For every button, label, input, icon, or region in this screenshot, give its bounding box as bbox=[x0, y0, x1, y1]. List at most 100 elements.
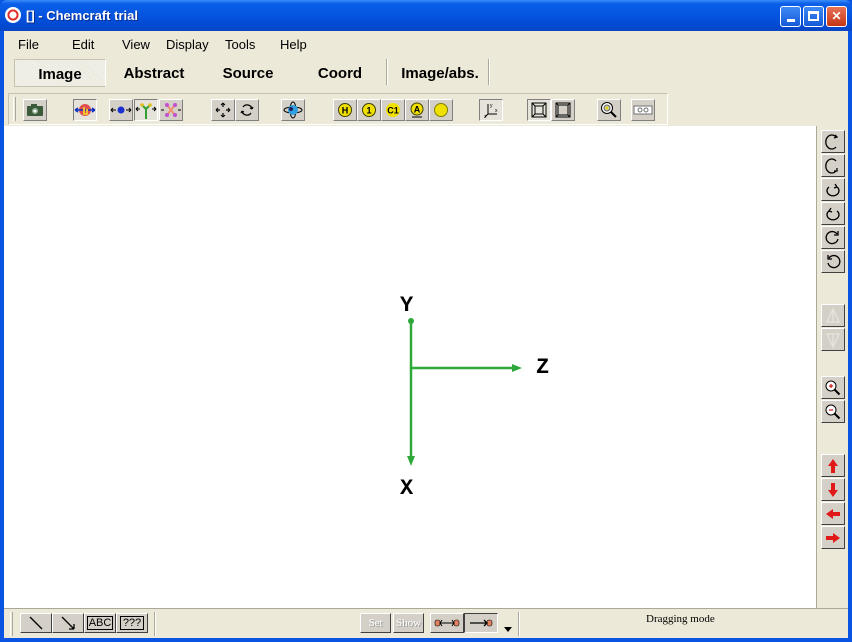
rotate-z-cw-button[interactable] bbox=[821, 226, 845, 249]
text-abc-button[interactable]: ABC bbox=[84, 613, 116, 633]
abc-text-icon: ABC bbox=[86, 616, 114, 630]
minimize-icon bbox=[786, 19, 795, 22]
maximize-button[interactable] bbox=[803, 6, 824, 27]
y-axis-label: Y bbox=[400, 293, 414, 318]
tab-image[interactable]: Image bbox=[14, 59, 106, 87]
move-down-button[interactable] bbox=[821, 478, 845, 501]
menu-display[interactable]: Display bbox=[166, 37, 209, 52]
move-down-icon bbox=[828, 482, 838, 497]
show-button[interactable]: Show bbox=[393, 613, 424, 633]
drag-rotate-button[interactable] bbox=[73, 99, 97, 121]
toolbar-grip[interactable] bbox=[10, 612, 13, 636]
menu-file[interactable]: File bbox=[18, 37, 39, 52]
tab-image-abs[interactable]: Image/abs. bbox=[392, 59, 488, 87]
svg-text:1: 1 bbox=[366, 106, 371, 116]
rotate-x-cw-button[interactable] bbox=[821, 130, 845, 153]
bidirectional-bond-button[interactable] bbox=[430, 613, 464, 633]
molecule-canvas[interactable]: Y Z X bbox=[4, 126, 816, 608]
rotate-z-ccw-button[interactable] bbox=[821, 250, 845, 273]
zoom-out-button[interactable] bbox=[821, 400, 845, 423]
move-group-button[interactable] bbox=[159, 99, 183, 121]
move-right-icon bbox=[826, 532, 840, 543]
zoom-in-button[interactable] bbox=[821, 376, 845, 399]
label-symbol-button[interactable]: A bbox=[405, 99, 429, 121]
svg-text:y: y bbox=[490, 103, 493, 109]
move-up-icon bbox=[828, 458, 838, 473]
menu-edit[interactable]: Edit bbox=[72, 37, 94, 52]
orthogonal-box-button[interactable] bbox=[551, 99, 575, 121]
camera-icon bbox=[27, 104, 43, 116]
directional-bond-button[interactable] bbox=[464, 613, 498, 633]
perspective-down-button[interactable] bbox=[821, 328, 845, 351]
y-axis-tip bbox=[408, 318, 414, 324]
move-up-button[interactable] bbox=[821, 454, 845, 477]
show-axes-button[interactable]: yxz bbox=[479, 99, 503, 121]
perspective-up-icon bbox=[826, 307, 840, 323]
rotate-z-cw-icon bbox=[825, 230, 839, 244]
svg-text:C1: C1 bbox=[387, 106, 399, 116]
arrow-icon bbox=[61, 616, 75, 630]
stereo-view-button[interactable] bbox=[631, 99, 655, 121]
menu-tools[interactable]: Tools bbox=[225, 37, 255, 52]
rotate-x-cw-icon bbox=[825, 133, 839, 150]
status-text: Dragging mode bbox=[646, 613, 715, 625]
label-none-icon bbox=[434, 103, 448, 117]
close-button[interactable]: ✕ bbox=[826, 6, 847, 27]
menu-help[interactable]: Help bbox=[280, 37, 307, 52]
x-axis-arrowhead bbox=[407, 456, 415, 466]
rotation-toolbar bbox=[816, 126, 848, 608]
fit-screen-button[interactable] bbox=[211, 99, 235, 121]
tab-source[interactable]: Source bbox=[202, 59, 294, 87]
minimize-button[interactable] bbox=[780, 6, 801, 27]
close-icon: ✕ bbox=[831, 9, 842, 23]
move-fragment-button[interactable] bbox=[134, 99, 158, 121]
move-left-icon bbox=[826, 508, 840, 519]
stereo-view-icon bbox=[633, 105, 653, 115]
snapshot-button[interactable] bbox=[23, 99, 47, 121]
label-none-button[interactable] bbox=[429, 99, 453, 121]
move-atom-button[interactable] bbox=[109, 99, 133, 121]
rotate-y-ccw-button[interactable] bbox=[821, 202, 845, 225]
line-icon bbox=[29, 616, 43, 630]
perspective-up-button[interactable] bbox=[821, 304, 845, 327]
perspective-box-icon bbox=[531, 102, 547, 118]
rotate-z-ccw-icon bbox=[827, 254, 841, 268]
reset-rotation-button[interactable] bbox=[235, 99, 259, 121]
move-left-button[interactable] bbox=[821, 502, 845, 525]
perspective-box-button[interactable] bbox=[527, 99, 551, 121]
label-number-button[interactable]: 1 bbox=[357, 99, 381, 121]
toolbar-grip[interactable] bbox=[13, 97, 16, 121]
orbital-view-button[interactable] bbox=[281, 99, 305, 121]
title-bar[interactable]: [] - Chemcraft trial ✕ bbox=[0, 0, 852, 31]
menu-view[interactable]: View bbox=[122, 37, 150, 52]
zoom-lens-button[interactable] bbox=[597, 99, 621, 121]
window-title: [] - Chemcraft trial bbox=[26, 8, 138, 23]
tab-coord[interactable]: Coord bbox=[296, 59, 384, 87]
draw-line-button[interactable] bbox=[20, 613, 52, 633]
rotate-reset-icon bbox=[240, 104, 254, 116]
label-element-icon: H bbox=[338, 103, 352, 117]
move-right-button[interactable] bbox=[821, 526, 845, 549]
rotate-x-ccw-button[interactable] bbox=[821, 154, 845, 177]
maximize-icon bbox=[808, 11, 819, 21]
move-group-icon bbox=[161, 103, 181, 117]
zoom-in-icon bbox=[825, 380, 841, 395]
move-atom-icon bbox=[110, 106, 132, 114]
draw-arrow-button[interactable] bbox=[52, 613, 84, 633]
label-element-number-button[interactable]: C1 bbox=[381, 99, 405, 121]
menu-bar: File Edit View Display Tools Help bbox=[4, 35, 848, 55]
rotate-y-cw-button[interactable] bbox=[821, 178, 845, 201]
set-button[interactable]: Set bbox=[360, 613, 391, 633]
toolbar-separator bbox=[154, 612, 156, 636]
label-element-number-icon: C1 bbox=[386, 103, 400, 117]
main-toolbar: H 1 C1 A yxz bbox=[8, 93, 668, 125]
tab-separator bbox=[386, 59, 388, 85]
label-element-button[interactable]: H bbox=[333, 99, 357, 121]
text-unknown-button[interactable]: ??? bbox=[116, 613, 148, 633]
dropdown-arrow-icon[interactable] bbox=[504, 619, 512, 637]
rotate-x-ccw-icon bbox=[825, 157, 838, 174]
tab-abstract[interactable]: Abstract bbox=[108, 59, 200, 87]
view-tabs: Image Abstract Source Coord Image/abs. bbox=[8, 57, 848, 87]
coordinate-axes bbox=[407, 318, 522, 466]
zoom-out-icon bbox=[825, 404, 841, 419]
